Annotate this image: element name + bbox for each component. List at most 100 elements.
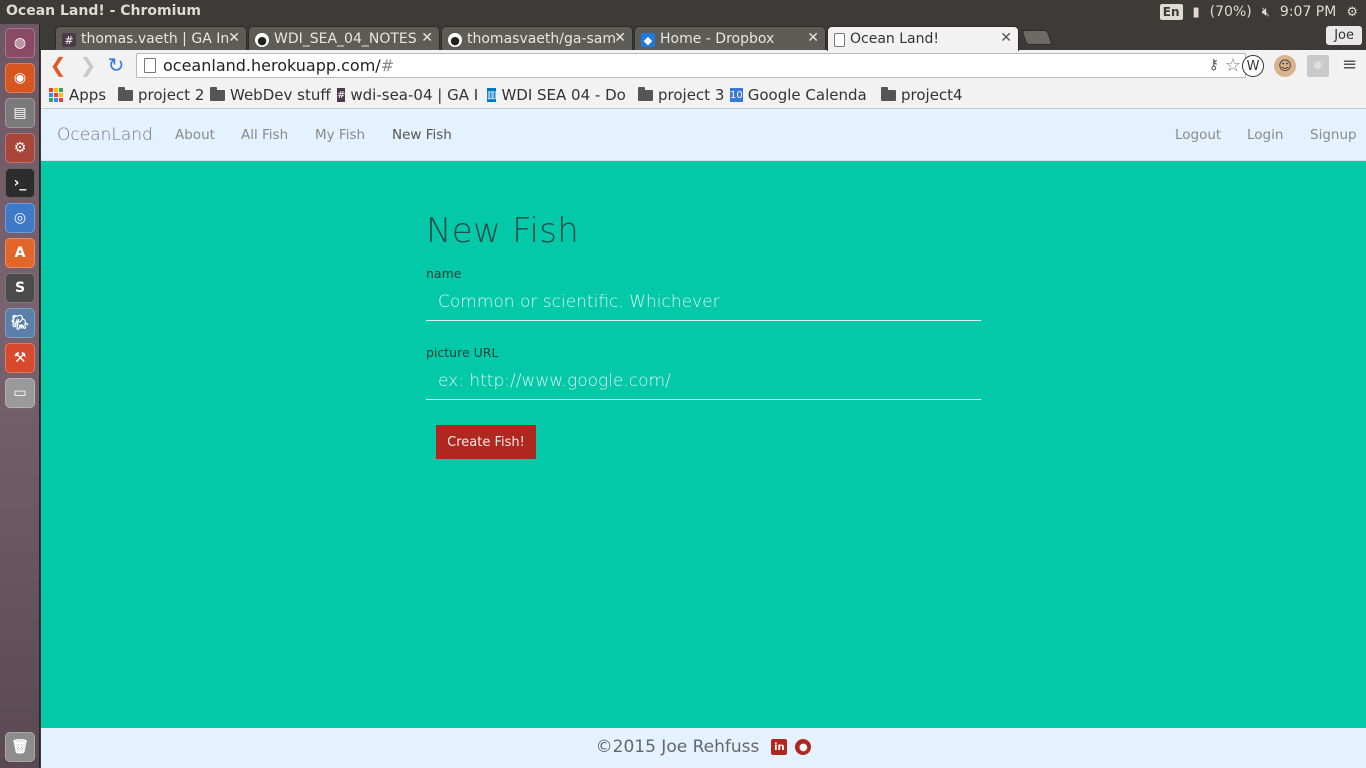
keyboard-layout-indicator[interactable]: En — [1159, 4, 1183, 20]
wordpress-extension-icon[interactable]: W — [1242, 55, 1264, 77]
name-input[interactable] — [426, 289, 981, 321]
system-settings-icon[interactable]: ⚙ — [5, 133, 35, 163]
tab-strip: # thomas.vaeth | GA In ✕ ● WDI_SEA_04_NO… — [41, 24, 1366, 51]
tab-title: thomas.vaeth | GA In — [81, 31, 230, 47]
name-label: name — [426, 266, 462, 281]
browser-chrome: # thomas.vaeth | GA In ✕ ● WDI_SEA_04_NO… — [41, 24, 1366, 109]
browser-toolbar: ❮ ❯ ↻ oceanland.herokuapp.com/# ⚷ ☆ W ☺ … — [41, 50, 1366, 82]
bookmark-trello[interactable]: ▥ WDI SEA 04 - Dop — [487, 86, 627, 104]
page-icon — [144, 58, 156, 73]
folder-icon — [117, 86, 133, 102]
github-icon: ● — [448, 33, 462, 47]
clock[interactable]: 9:07 PM — [1280, 4, 1336, 20]
chromium-icon[interactable]: ◎ — [5, 203, 35, 233]
reload-icon[interactable]: ↻ — [104, 54, 128, 78]
toolbox-icon[interactable]: ⚒ — [5, 343, 35, 373]
postgres-elephant-icon[interactable]: 🐘︎ — [5, 308, 35, 338]
close-icon[interactable]: ✕ — [421, 30, 433, 46]
tab-title: Ocean Land! — [850, 31, 939, 47]
folder-icon — [880, 86, 896, 102]
page-viewport: OceanLand About All Fish My Fish New Fis… — [41, 109, 1366, 768]
dash-home-icon[interactable]: ◍ — [5, 28, 35, 58]
picture-url-input[interactable] — [426, 368, 981, 400]
apps-grid-icon — [48, 88, 64, 102]
picture-url-field-group: picture URL — [426, 345, 981, 400]
system-top-panel: Ocean Land! - Chromium En ▮ (70%) 🔇︎ 9:0… — [0, 0, 1366, 24]
tab-title: thomasvaeth/ga-sam — [467, 31, 617, 47]
bookmark-star-icon[interactable]: ☆ — [1225, 55, 1241, 76]
profile-button[interactable]: Joe — [1326, 26, 1362, 45]
window-title: Ocean Land! - Chromium — [6, 3, 201, 19]
bookmark-label: wdi-sea-04 | GA In — [350, 86, 477, 104]
terminal-icon[interactable]: ›_ — [5, 168, 35, 198]
software-center-icon[interactable]: A — [5, 238, 35, 268]
key-icon[interactable]: ⚷ — [1209, 57, 1219, 73]
nav-link-my-fish[interactable]: My Fish — [315, 127, 365, 143]
linkedin-icon[interactable]: in — [771, 739, 788, 755]
nav-link-signup[interactable]: Signup — [1310, 127, 1357, 143]
close-icon[interactable]: ✕ — [1000, 30, 1012, 46]
github-icon: ● — [255, 33, 269, 47]
url-path: # — [380, 56, 395, 75]
menu-icon[interactable]: ≡ — [1342, 56, 1358, 74]
bookmark-webdev-stuff[interactable]: WebDev stuff — [209, 86, 331, 104]
bookmark-project-3[interactable]: project 3 — [637, 86, 724, 104]
tab-dropbox[interactable]: ◆ Home - Dropbox ✕ — [634, 26, 826, 51]
new-tab-button[interactable] — [1021, 30, 1053, 45]
page-title: New Fish — [426, 211, 580, 251]
site-navbar: OceanLand About All Fish My Fish New Fis… — [41, 109, 1366, 161]
bookmark-google-calendar[interactable]: 10 Google Calendar — [730, 86, 867, 104]
avatar-extension-icon[interactable]: ☺ — [1274, 55, 1296, 77]
trello-icon: ▥ — [487, 88, 497, 102]
new-fish-form: New Fish name picture URL Create Fish! — [426, 211, 981, 459]
nav-link-logout[interactable]: Logout — [1175, 127, 1221, 143]
bookmark-wdi-sea-04[interactable]: # wdi-sea-04 | GA In — [337, 86, 477, 104]
tab-github-notes[interactable]: ● WDI_SEA_04_NOTES ✕ — [248, 26, 440, 51]
bookmark-label: project4 — [901, 86, 963, 104]
trash-icon[interactable]: 🗑︎ — [5, 732, 35, 762]
site-brand[interactable]: OceanLand — [57, 125, 153, 145]
picture-url-label: picture URL — [426, 345, 499, 360]
page-icon — [834, 33, 845, 47]
bookmark-apps[interactable]: Apps — [48, 86, 106, 104]
bookmark-label: project 2 — [138, 86, 205, 104]
calendar-icon: 10 — [730, 88, 743, 102]
nav-link-about[interactable]: About — [175, 127, 215, 143]
copyright-text: ©2015 Joe Rehfuss — [595, 737, 760, 757]
disk-drive-icon[interactable]: ▭ — [5, 378, 35, 408]
bookmark-project-2[interactable]: project 2 — [117, 86, 204, 104]
name-field-group: name — [426, 266, 981, 321]
slack-hash-icon: # — [337, 88, 346, 102]
firefox-icon[interactable]: ◉ — [5, 63, 35, 93]
sublime-text-icon[interactable]: S — [5, 273, 35, 303]
close-icon[interactable]: ✕ — [228, 30, 240, 46]
nav-link-all-fish[interactable]: All Fish — [241, 127, 288, 143]
create-fish-button[interactable]: Create Fish! — [436, 425, 536, 459]
battery-percentage: (70%) — [1209, 4, 1252, 20]
folder-icon — [637, 86, 653, 102]
forward-icon[interactable]: ❯ — [76, 54, 100, 78]
tab-github-ga[interactable]: ● thomasvaeth/ga-sam ✕ — [441, 26, 633, 51]
address-bar[interactable]: oceanland.herokuapp.com/# ⚷ ☆ — [136, 53, 1246, 78]
nav-link-new-fish[interactable]: New Fish — [392, 127, 452, 143]
battery-icon[interactable]: ▮ — [1193, 5, 1200, 20]
back-icon[interactable]: ❮ — [46, 54, 70, 78]
bookmark-label: project 3 — [658, 86, 725, 104]
file-manager-icon[interactable]: ▤ — [5, 98, 35, 128]
tab-slack[interactable]: # thomas.vaeth | GA In ✕ — [55, 26, 247, 51]
unity-launcher: ◍ ◉ ▤ ⚙ ›_ ◎ A S 🐘︎ ⚒ ▭ 🗑︎ — [0, 24, 40, 768]
bookmark-label: WDI SEA 04 - Dop — [501, 86, 627, 104]
session-gear-icon[interactable]: ⚙ — [1346, 5, 1358, 20]
bookmark-project4[interactable]: project4 — [880, 86, 963, 104]
react-extension-icon[interactable]: ⚛ — [1307, 55, 1329, 77]
bookmark-label: Apps — [69, 86, 107, 104]
bookmarks-bar: Apps project 2 WebDev stuff # wdi-sea-04… — [41, 82, 1366, 109]
close-icon[interactable]: ✕ — [614, 30, 626, 46]
close-icon[interactable]: ✕ — [807, 30, 819, 46]
nav-link-login[interactable]: Login — [1247, 127, 1283, 143]
volume-muted-icon[interactable]: 🔇︎ — [1262, 5, 1270, 20]
url-host: oceanland.herokuapp.com/ — [163, 56, 381, 75]
github-icon[interactable]: ● — [795, 739, 812, 755]
bookmark-label: WebDev stuff — [230, 86, 331, 104]
tab-ocean-land[interactable]: Ocean Land! ✕ — [827, 26, 1019, 51]
